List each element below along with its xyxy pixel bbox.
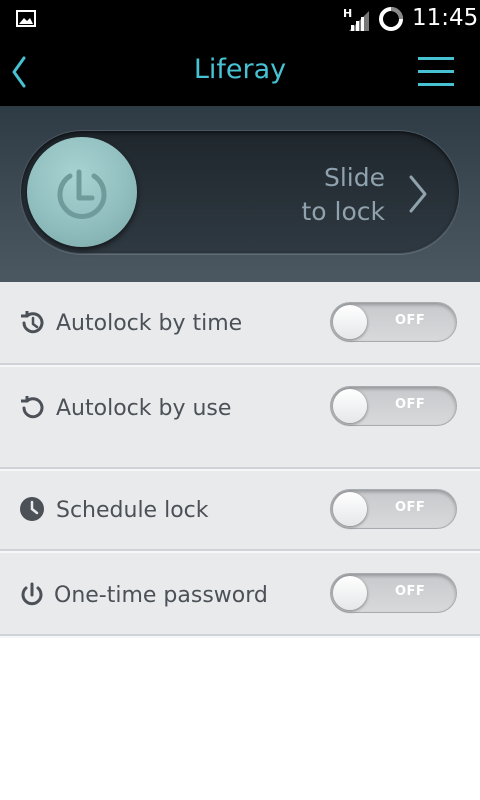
setting-label: Schedule lock	[56, 498, 209, 523]
hamburger-menu-icon[interactable]	[416, 54, 458, 90]
setting-label: One-time password	[54, 583, 268, 608]
setting-row-autolock-time: Autolock by time OFF	[0, 282, 480, 367]
autolock-use-toggle[interactable]: OFF	[330, 386, 457, 426]
toggle-state: OFF	[395, 584, 426, 599]
slide-track[interactable]: Slide to lock	[20, 130, 460, 254]
toggle-knob	[333, 389, 367, 423]
toggle-state: OFF	[395, 500, 426, 515]
autolock-time-toggle[interactable]: OFF	[330, 302, 457, 342]
slide-to-lock-panel: Slide to lock	[0, 106, 480, 282]
network-type-label: H	[343, 7, 352, 20]
slide-text-line2: to lock	[301, 197, 385, 226]
reset-icon	[21, 396, 44, 419]
gallery-icon	[16, 10, 36, 27]
slide-knob[interactable]	[27, 137, 137, 247]
setting-row-autolock-use: Autolock by use OFF	[0, 367, 480, 471]
lock-power-icon	[57, 169, 107, 219]
settings-list: Autolock by time OFF Autolock by use OFF…	[0, 282, 480, 638]
setting-row-schedule-lock: Schedule lock OFF	[0, 471, 480, 553]
toggle-knob	[333, 305, 367, 339]
status-clock: 11:45	[412, 5, 479, 31]
toggle-knob	[333, 492, 367, 526]
toggle-state: OFF	[395, 313, 426, 328]
setting-label: Autolock by use	[56, 396, 232, 421]
sync-icon	[379, 7, 403, 31]
setting-row-one-time-password: One-time password OFF	[0, 553, 480, 638]
app-title: Liferay	[193, 54, 287, 85]
status-bar: H 11:45	[0, 0, 480, 38]
setting-label: Autolock by time	[56, 311, 243, 336]
chevron-right-icon	[409, 175, 427, 213]
slide-to-lock-text: Slide to lock	[301, 161, 385, 229]
slide-text-line1: Slide	[323, 163, 385, 192]
schedule-lock-toggle[interactable]: OFF	[330, 489, 457, 529]
app-bar: Liferay	[0, 38, 480, 106]
clock-icon	[20, 497, 44, 521]
one-time-password-toggle[interactable]: OFF	[330, 573, 457, 613]
toggle-state: OFF	[395, 397, 426, 412]
history-clock-icon	[21, 311, 44, 334]
signal-icon: H	[343, 7, 369, 31]
power-icon	[21, 582, 43, 606]
toggle-knob	[333, 576, 367, 610]
